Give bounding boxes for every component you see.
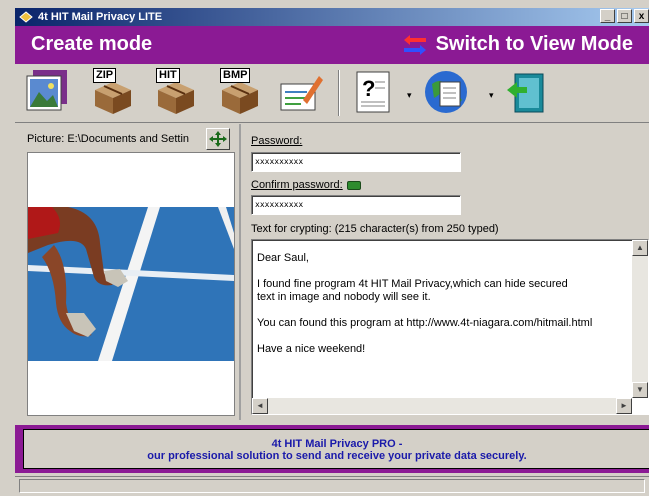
- scroll-down-button[interactable]: ▼: [632, 382, 648, 398]
- crypt-text-content: Dear Saul, I found fine program 4t HIT M…: [257, 252, 593, 355]
- exit-door-icon: [507, 73, 544, 113]
- promo-link[interactable]: 4t HIT Mail Privacy PRO - our profession…: [23, 429, 649, 469]
- mode-title: Create mode: [31, 33, 153, 55]
- zip-button[interactable]: ZIP: [89, 68, 137, 116]
- exit-button[interactable]: [503, 68, 551, 116]
- horizontal-scrollbar[interactable]: ◄ ►: [252, 398, 632, 414]
- web-button[interactable]: [422, 68, 470, 116]
- globe-document-icon: [425, 71, 467, 113]
- bmp-label: BMP: [220, 68, 251, 83]
- toolbar-separator: [338, 70, 340, 116]
- confirm-password-label: Confirm password:: [251, 179, 361, 191]
- picture-button[interactable]: [25, 68, 73, 116]
- minimize-button[interactable]: _: [600, 9, 615, 23]
- status-field: [19, 479, 645, 493]
- match-indicator-icon: [346, 180, 361, 190]
- crypt-pane: Password: xxxxxxxxxx Confirm password: x…: [243, 124, 649, 420]
- hit-button[interactable]: HIT: [152, 68, 200, 116]
- switch-mode-label: Switch to View Mode: [435, 33, 633, 55]
- hit-label: HIT: [156, 68, 180, 83]
- switch-arrows-icon: [403, 34, 426, 55]
- title-bar: 4t HIT Mail Privacy LITE _ □ x: [15, 8, 649, 26]
- promo-line-1: 4t HIT Mail Privacy PRO -: [271, 438, 403, 450]
- maximize-button[interactable]: □: [617, 9, 632, 23]
- status-bar: [15, 476, 649, 495]
- edit-form-icon: [280, 76, 323, 111]
- password-label: Password:: [251, 135, 303, 147]
- scroll-up-button[interactable]: ▲: [632, 240, 648, 256]
- help-button[interactable]: ?: [351, 68, 399, 116]
- crypt-text-area[interactable]: Dear Saul, I found fine program 4t HIT M…: [251, 239, 649, 415]
- vertical-scrollbar[interactable]: ▲ ▼: [632, 240, 648, 398]
- web-dropdown-arrow[interactable]: ▾: [489, 90, 494, 101]
- move-arrows-icon: [209, 131, 227, 147]
- picture-preview: [27, 152, 235, 416]
- mode-bar: Create mode Switch to View Mode: [15, 26, 649, 64]
- help-dropdown-arrow[interactable]: ▾: [407, 90, 412, 101]
- picture-path-label: Picture: E:\Documents and Settin: [27, 133, 190, 145]
- bmp-button[interactable]: BMP: [216, 68, 264, 116]
- zip-label: ZIP: [93, 68, 117, 83]
- promo-line-2: our professional solution to send and re…: [147, 450, 527, 462]
- help-document-icon: ?: [356, 71, 390, 113]
- picture-icon: [26, 70, 67, 111]
- switch-mode-button[interactable]: Switch to View Mode: [402, 33, 633, 56]
- scroll-left-button[interactable]: ◄: [252, 398, 268, 414]
- sprinter-photo: [28, 153, 234, 415]
- edit-form-button[interactable]: [277, 68, 325, 116]
- picture-pane: Picture: E:\Documents and Settin: [20, 124, 241, 420]
- app-icon: [19, 11, 33, 23]
- close-button[interactable]: x: [634, 9, 649, 23]
- scroll-right-button[interactable]: ►: [616, 398, 632, 414]
- promo-banner: 4t HIT Mail Privacy PRO - our profession…: [15, 425, 649, 473]
- window-title: 4t HIT Mail Privacy LITE: [38, 11, 163, 23]
- confirm-password-field[interactable]: xxxxxxxxxx: [251, 195, 461, 215]
- toolbar: ZIP HIT BMP ? ▾ ▾: [15, 64, 649, 123]
- svg-text:?: ?: [362, 76, 375, 101]
- text-length-label: Text for crypting: (215 character(s) fro…: [251, 223, 499, 235]
- move-picture-button[interactable]: [206, 128, 230, 150]
- password-field[interactable]: xxxxxxxxxx: [251, 152, 461, 172]
